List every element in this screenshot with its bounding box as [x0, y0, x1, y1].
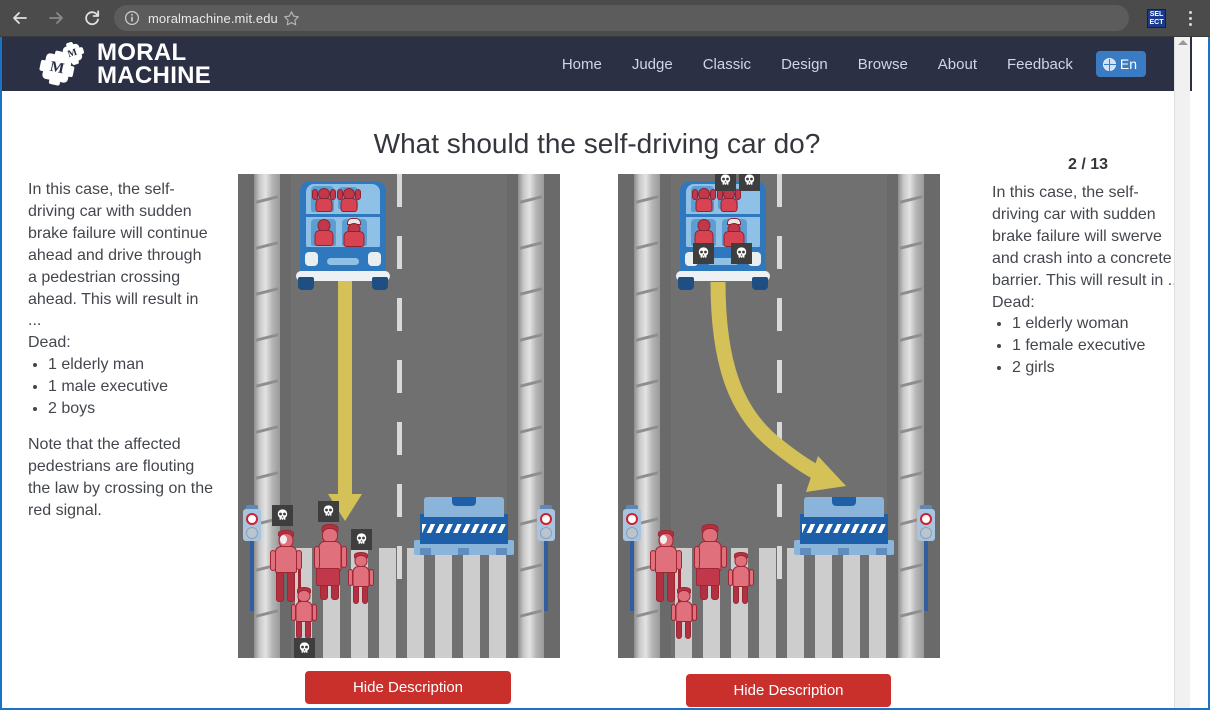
- pedestrian-boy-1: [348, 552, 374, 604]
- lane-dash: [397, 174, 402, 207]
- briefcase-icon: [696, 568, 720, 586]
- language-label: En: [1119, 56, 1137, 72]
- concrete-barrier: [414, 497, 514, 555]
- browser-viewport: M M MORAL MACHINE Home Judge Classic Des…: [0, 37, 1210, 710]
- red-signal-icon: [246, 513, 258, 525]
- site-logo[interactable]: M M MORAL MACHINE: [41, 38, 212, 89]
- right-scenario-illustration[interactable]: [618, 174, 940, 658]
- site-header: M M MORAL MACHINE Home Judge Classic Des…: [2, 37, 1192, 91]
- left-intro-text: In this case, the self-driving car with …: [28, 181, 208, 330]
- right-intro-text: In this case, the self-driving car with …: [992, 184, 1182, 289]
- car-occupant-girl: [337, 187, 361, 213]
- pedestrian-boy-2: [671, 587, 697, 639]
- gear-letter-big: M: [48, 58, 66, 77]
- right-casualty-item: 1 elderly woman: [1012, 313, 1184, 335]
- site-info-icon[interactable]: [124, 10, 140, 26]
- skull-badge-boy-2: [294, 638, 315, 658]
- skull-badge-male-executive: [318, 501, 339, 522]
- left-hide-description-button[interactable]: Hide Description: [305, 671, 511, 704]
- reload-button[interactable]: [76, 2, 108, 34]
- nav-item-classic[interactable]: Classic: [688, 50, 766, 79]
- address-bar[interactable]: moralmachine.mit.edu: [114, 5, 1129, 31]
- pedestrian-boy-2: [291, 587, 317, 639]
- self-driving-car: [674, 181, 772, 290]
- right-dead-label: Dead:: [992, 293, 1035, 311]
- url-text: moralmachine.mit.edu: [148, 10, 278, 26]
- lane-dash: [397, 360, 402, 393]
- scenario-counter: 2 / 13: [1067, 156, 1109, 173]
- pedestrian-boy-1: [728, 552, 754, 604]
- bookmark-star-icon[interactable]: [278, 4, 306, 32]
- left-note-text: Note that the affected pedestrians are f…: [28, 435, 213, 519]
- skull-badge-boy-1: [351, 529, 372, 550]
- lane-dash: [397, 484, 402, 517]
- left-casualty-item: 1 male executive: [48, 376, 213, 398]
- extension-icon[interactable]: SEL ECT: [1147, 8, 1166, 28]
- car-occupant-elderly-woman: [342, 218, 366, 247]
- nav-item-judge[interactable]: Judge: [617, 50, 688, 79]
- car-occupant-girl: [692, 187, 716, 213]
- lane-dash: [397, 422, 402, 455]
- pedestrian-male-executive: [694, 524, 727, 600]
- extension-label-top: SEL: [1149, 10, 1164, 18]
- guardrail-right: [518, 174, 544, 658]
- language-selector[interactable]: En: [1095, 51, 1146, 77]
- lane-dash: [397, 298, 402, 331]
- pedestrian-male-executive: [314, 524, 347, 600]
- left-casualty-item: 1 elderly man: [48, 354, 213, 376]
- nav-item-about[interactable]: About: [923, 50, 992, 79]
- red-signal-icon: [540, 513, 552, 525]
- nav-item-browse[interactable]: Browse: [843, 50, 923, 79]
- red-signal-icon: [626, 513, 638, 525]
- back-button[interactable]: [4, 2, 36, 34]
- right-casualty-list: 1 elderly woman 1 female executive 2 gir…: [1012, 313, 1184, 379]
- lane-dash: [397, 236, 402, 269]
- logo-text-line1: MORAL: [97, 38, 187, 66]
- red-signal-icon: [920, 513, 932, 525]
- globe-icon: [1102, 57, 1117, 72]
- browser-toolbar: moralmachine.mit.edu SEL ECT: [0, 0, 1210, 37]
- nav-item-home[interactable]: Home: [547, 50, 617, 79]
- right-casualty-item: 1 female executive: [1012, 335, 1184, 357]
- gear-logo-icon: M M: [41, 42, 88, 84]
- skull-badge-elderly-man: [272, 505, 293, 526]
- right-scenario-description: In this case, the self-driving car with …: [992, 182, 1184, 379]
- scroll-up-arrow-icon[interactable]: [1178, 40, 1188, 45]
- nav-item-feedback[interactable]: Feedback: [992, 50, 1088, 79]
- left-dead-label: Dead:: [28, 334, 71, 352]
- chrome-menu-icon[interactable]: [1176, 4, 1204, 32]
- extension-label-bottom: ECT: [1149, 18, 1164, 26]
- logo-text-line2: MACHINE: [97, 62, 212, 89]
- self-driving-car: [294, 181, 392, 290]
- page-scrollbar[interactable]: [1174, 37, 1190, 708]
- nav-item-design[interactable]: Design: [766, 50, 843, 79]
- skull-badge-girl-2: [739, 174, 760, 191]
- skull-badge-elderly-woman: [731, 243, 752, 264]
- trajectory-arrow-straight: [338, 281, 352, 499]
- left-scenario-illustration[interactable]: [238, 174, 560, 658]
- skull-badge-girl-1: [715, 174, 736, 191]
- main-navigation: Home Judge Classic Design Browse About F…: [547, 37, 1146, 91]
- skull-badge-female-executive: [693, 243, 714, 264]
- car-occupant-girl: [312, 187, 336, 213]
- left-casualty-item: 2 boys: [48, 398, 213, 420]
- right-hide-description-button[interactable]: Hide Description: [686, 674, 891, 707]
- forward-button[interactable]: [40, 2, 72, 34]
- concrete-barrier: [794, 497, 894, 555]
- left-scenario-description: In this case, the self-driving car with …: [28, 179, 213, 522]
- car-occupant-female-executive: [313, 219, 335, 247]
- right-casualty-item: 2 girls: [1012, 357, 1184, 379]
- left-casualty-list: 1 elderly man 1 male executive 2 boys: [48, 354, 213, 420]
- page-content: M M MORAL MACHINE Home Judge Classic Des…: [2, 37, 1192, 708]
- briefcase-icon: [316, 568, 340, 586]
